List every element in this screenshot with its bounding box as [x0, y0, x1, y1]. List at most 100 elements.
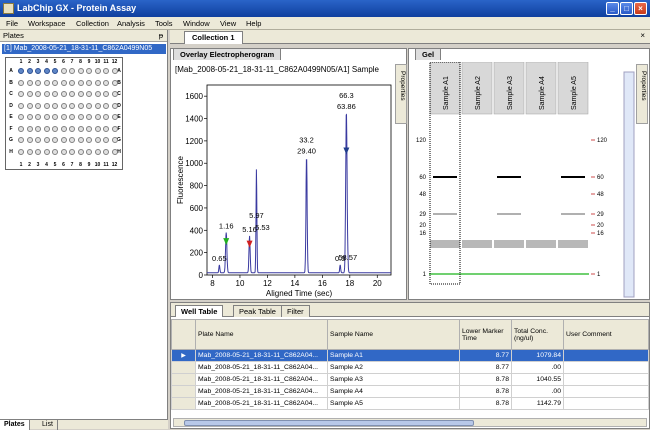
plate-well[interactable]	[86, 102, 92, 109]
plate-well[interactable]	[52, 68, 58, 74]
table-row[interactable]: Mab_2008-05-21_18-31-11_C862A04... Sample…	[171, 361, 649, 374]
plate-well[interactable]	[77, 114, 84, 120]
plate-well[interactable]	[43, 125, 50, 132]
plate-well[interactable]	[69, 114, 75, 120]
tab-gel[interactable]: Gel	[415, 48, 442, 60]
plate-well[interactable]	[26, 102, 33, 109]
plate-well[interactable]	[69, 137, 75, 143]
horizontal-scrollbar[interactable]	[173, 418, 647, 427]
plate-well[interactable]	[52, 137, 58, 143]
plate-well[interactable]	[35, 68, 41, 74]
plate-well[interactable]	[35, 125, 41, 132]
plate-well[interactable]	[60, 125, 67, 132]
plate-well[interactable]	[103, 68, 109, 74]
plate-well[interactable]	[52, 114, 58, 120]
plate-well[interactable]	[43, 148, 50, 155]
plate-well[interactable]	[35, 137, 41, 143]
plate-well[interactable]	[86, 137, 92, 143]
plate-well[interactable]	[111, 68, 118, 74]
plate-well[interactable]	[103, 79, 109, 86]
plate-well[interactable]	[52, 125, 58, 132]
table-row[interactable]: Mab_2008-05-21_18-31-11_C862A04... Sample…	[171, 373, 649, 386]
plate-well[interactable]	[111, 148, 118, 155]
plate-well[interactable]	[86, 91, 92, 97]
plate-well[interactable]	[35, 148, 41, 155]
menu-collection[interactable]: Collection	[76, 19, 109, 28]
plate-well[interactable]	[26, 125, 33, 132]
plate-well[interactable]	[18, 137, 24, 143]
plate-well[interactable]	[86, 148, 92, 155]
plate-well[interactable]	[43, 79, 50, 86]
plate-well[interactable]	[94, 114, 101, 120]
plate-well[interactable]	[111, 125, 118, 132]
plate-well[interactable]	[60, 102, 67, 109]
plate-well[interactable]	[86, 114, 92, 120]
plate-well[interactable]	[77, 102, 84, 109]
plate-well[interactable]	[111, 114, 118, 120]
plate-well[interactable]	[35, 114, 41, 120]
plate-well[interactable]	[60, 114, 67, 120]
column-header-user-comment[interactable]: User Comment	[563, 319, 649, 350]
plate-well[interactable]	[43, 91, 50, 97]
plate-well[interactable]	[26, 91, 33, 97]
plate-well[interactable]	[77, 148, 84, 155]
plate-well[interactable]	[18, 125, 24, 132]
menu-help[interactable]: Help	[246, 19, 261, 28]
electropherogram-chart[interactable]: 0 200 400 600 800 1000 1200 1400 1600 8 10 12 14 16 18…	[171, 77, 406, 309]
table-row[interactable]: Mab_2008-05-21_18-31-11_C862A04... Sample…	[171, 397, 649, 410]
plate-well[interactable]	[103, 102, 109, 109]
plate-well[interactable]	[52, 91, 58, 97]
plate-well[interactable]	[103, 148, 109, 155]
plate-well[interactable]	[111, 137, 118, 143]
plate-well[interactable]	[77, 91, 84, 97]
tab-filter[interactable]: Filter	[281, 305, 310, 317]
plate-well[interactable]	[18, 102, 24, 109]
minimize-button[interactable]: _	[606, 2, 619, 15]
tab-peak-table[interactable]: Peak Table	[233, 305, 282, 317]
plate-well[interactable]	[43, 68, 50, 74]
plate-well[interactable]	[18, 79, 24, 86]
plate-well[interactable]	[77, 79, 84, 86]
plate-well[interactable]	[43, 137, 50, 143]
plate-well[interactable]	[26, 68, 33, 74]
plate-well[interactable]	[103, 91, 109, 97]
menu-tools[interactable]: Tools	[155, 19, 173, 28]
tab-collection-1[interactable]: Collection 1	[184, 31, 243, 44]
pin-icon[interactable]: ᵽ	[159, 30, 163, 41]
plate-well[interactable]	[52, 102, 58, 109]
plate-well[interactable]	[60, 91, 67, 97]
plate-well[interactable]	[26, 114, 33, 120]
table-row[interactable]: Mab_2008-05-21_18-31-11_C862A04... Sample…	[171, 385, 649, 398]
plate-well[interactable]	[18, 91, 24, 97]
plate-well[interactable]	[35, 91, 41, 97]
column-header-total-conc[interactable]: Total Conc. (ng/ul)	[511, 319, 564, 350]
table-row[interactable]: ▶ Mab_2008-05-21_18-31-11_C862A04... Sampl…	[171, 349, 649, 362]
plate-well[interactable]	[69, 102, 75, 109]
plate-well[interactable]	[103, 114, 109, 120]
plate-map[interactable]: 1 1 2 2 3 3 4 4 5 5 6 6 7 7 8 8 9 9 10 10 11 11 12 12 A A B B C C D D E E…	[5, 57, 123, 170]
plate-well[interactable]	[18, 68, 24, 74]
plate-well[interactable]	[77, 68, 84, 74]
column-header-plate-name[interactable]: Plate Name	[195, 319, 328, 350]
plate-well[interactable]	[26, 148, 33, 155]
plate-well[interactable]	[35, 79, 41, 86]
plate-well[interactable]	[35, 102, 41, 109]
scrollbar-thumb[interactable]	[184, 420, 474, 426]
plate-well[interactable]	[86, 68, 92, 74]
close-tab-icon[interactable]: ×	[640, 31, 645, 40]
plate-well[interactable]	[94, 148, 101, 155]
properties-tab-right[interactable]: Properties	[636, 64, 648, 124]
plate-well[interactable]	[60, 137, 67, 143]
plate-well[interactable]	[69, 79, 75, 86]
plate-well[interactable]	[18, 114, 24, 120]
plate-list-item[interactable]: [1] Mab_2008-05-21_18-31-11_C862A0499N05	[2, 44, 166, 54]
plate-well[interactable]	[69, 148, 75, 155]
plate-well[interactable]	[77, 137, 84, 143]
plate-well[interactable]	[52, 148, 58, 155]
plate-well[interactable]	[60, 148, 67, 155]
plate-well[interactable]	[103, 137, 109, 143]
menu-window[interactable]: Window	[183, 19, 210, 28]
plate-well[interactable]	[18, 148, 24, 155]
plate-well[interactable]	[60, 79, 67, 86]
plate-well[interactable]	[111, 91, 118, 97]
